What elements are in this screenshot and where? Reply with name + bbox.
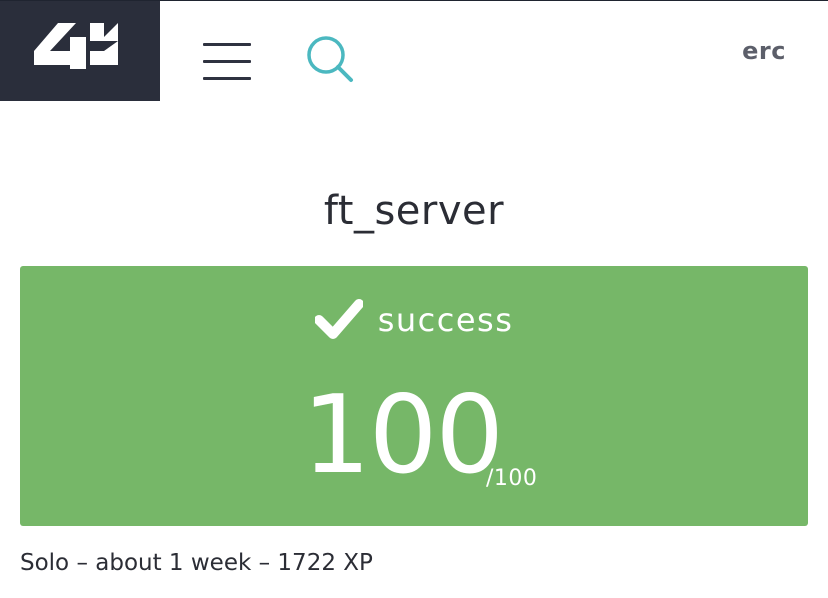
logo-42[interactable] [0,1,160,101]
project-meta-info: Solo – about 1 week – 1722 XP [20,550,373,576]
logo-42-icon [34,23,118,69]
project-result-card: success 100 /100 [20,266,808,526]
project-title: ft_server [323,188,505,234]
top-nav-bar: erc [0,0,828,101]
status-row: success [20,298,808,342]
hamburger-menu-icon[interactable] [203,43,251,81]
status-label: success [377,301,514,339]
final-score: 100 [302,373,504,498]
search-icon[interactable] [304,33,356,85]
score-max: /100 [486,466,538,491]
username-link[interactable]: erc [742,37,786,65]
check-icon [313,298,364,342]
